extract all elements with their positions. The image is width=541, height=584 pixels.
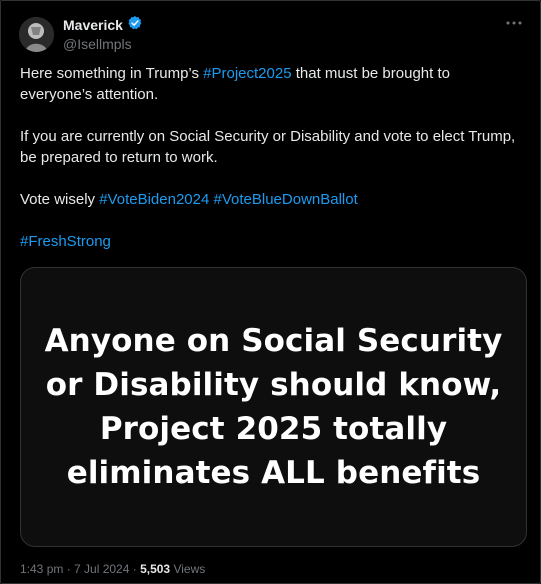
hashtag-link[interactable]: #Project2025 — [203, 65, 291, 82]
verified-badge-icon — [127, 15, 143, 35]
avatar-image — [19, 16, 54, 52]
hashtag-link[interactable]: #VoteBlueDownBallot — [214, 191, 358, 208]
author-name-row: Maverick — [63, 15, 143, 35]
tweet-timestamp[interactable]: 1:43 pm · 7 Jul 2024 — [20, 562, 129, 576]
tweet-text-segment: If you are currently on Social Security … — [20, 128, 516, 166]
tweet-text-segment: Vote wisely — [20, 191, 100, 208]
tweet-header: Maverick @Isellmpls — [19, 14, 143, 54]
author-name[interactable]: Maverick — [63, 16, 123, 34]
hashtag-link[interactable]: #FreshStrong — [20, 233, 111, 250]
footer-separator: · — [129, 562, 141, 576]
author-block: Maverick @Isellmpls — [63, 15, 143, 53]
tweet-footer: 1:43 pm · 7 Jul 2024 · 5,503 Views — [20, 562, 205, 576]
tweet-text-segment: Here something in Trump’s — [20, 65, 204, 82]
ellipsis-icon[interactable] — [504, 13, 524, 33]
tweet-paragraph: If you are currently on Social Security … — [20, 126, 520, 168]
media-caption: Anyone on Social Security or Disability … — [44, 323, 503, 491]
tweet-card: Maverick @Isellmpls Here something in Tr… — [0, 0, 541, 584]
avatar[interactable] — [19, 16, 54, 52]
views-label: Views — [173, 562, 206, 576]
views-count: 5,503 — [140, 562, 171, 576]
tweet-text: Here something in Trump’s #Project2025 t… — [20, 63, 520, 252]
author-handle[interactable]: @Isellmpls — [63, 35, 143, 53]
tweet-paragraph: Here something in Trump’s #Project2025 t… — [20, 63, 520, 105]
tweet-paragraph: #FreshStrong — [20, 231, 520, 252]
tweet-media-image[interactable]: Anyone on Social Security or Disability … — [20, 267, 527, 547]
tweet-paragraph: Vote wisely #VoteBiden2024 #VoteBlueDown… — [20, 189, 520, 210]
hashtag-link[interactable]: #VoteBiden2024 — [99, 191, 209, 208]
